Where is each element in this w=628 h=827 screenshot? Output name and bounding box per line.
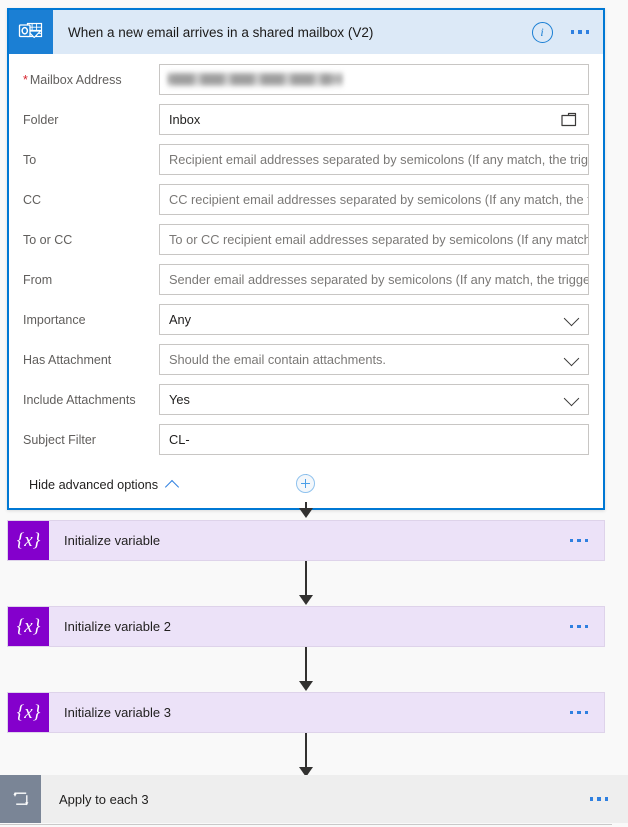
outlook-icon <box>9 10 53 54</box>
field-label-from: From <box>23 273 53 287</box>
field-label-folder: Folder <box>23 113 59 127</box>
field-row-importance: Importance Any <box>23 304 589 338</box>
subject-filter-value: CL- <box>169 432 190 447</box>
variable-icon-glyph: {x} <box>16 530 41 551</box>
include-attachments-value: Yes <box>169 392 190 407</box>
action-title-initialize-variable-3: Initialize variable 3 <box>64 705 171 720</box>
mailbox-address-input[interactable] <box>159 64 589 95</box>
redacted-value <box>167 71 343 89</box>
action-title-initialize-variable: Initialize variable <box>64 533 161 548</box>
field-label-has-attachment: Has Attachment <box>23 353 112 367</box>
variable-icon-glyph: {x} <box>16 702 41 723</box>
action-card-initialize-variable[interactable]: {x} Initialize variable <box>7 520 605 561</box>
field-row-include-attachments: Include Attachments Yes <box>23 384 589 418</box>
connector-action-3-to-scope <box>0 733 628 778</box>
action-card-initialize-variable-3[interactable]: {x} Initialize variable 3 <box>7 692 605 733</box>
field-label-mailbox-address: * Mailbox Address <box>23 73 122 87</box>
importance-value: Any <box>169 312 192 327</box>
field-row-has-attachment: Has Attachment Should the email contain … <box>23 344 589 378</box>
folder-icon <box>561 112 577 126</box>
loop-icon <box>0 775 41 823</box>
trigger-form: * Mailbox Address Folder Inbox To Recipi… <box>9 54 603 508</box>
variable-icon: {x} <box>8 607 49 646</box>
subject-filter-input[interactable]: CL- <box>159 424 589 455</box>
has-attachment-dropdown[interactable]: Should the email contain attachments. <box>159 344 589 375</box>
folder-picker[interactable]: Inbox <box>159 104 589 135</box>
action-menu-button-initialize-variable-2[interactable] <box>568 621 591 633</box>
field-label-importance: Importance <box>23 313 86 327</box>
chevron-down-icon <box>563 350 580 366</box>
chevron-down-icon <box>563 310 580 326</box>
field-row-to: To Recipient email addresses separated b… <box>23 144 589 178</box>
importance-dropdown[interactable]: Any <box>159 304 589 335</box>
to-or-cc-placeholder: To or CC recipient email addresses separ… <box>169 232 588 247</box>
field-row-to-or-cc: To or CC To or CC recipient email addres… <box>23 224 589 258</box>
hide-advanced-options-label: Hide advanced options <box>29 478 159 492</box>
action-menu-button-apply-to-each-3[interactable] <box>588 793 611 805</box>
trigger-header-actions: i <box>531 10 592 54</box>
from-input[interactable]: Sender email addresses separated by semi… <box>159 264 589 295</box>
info-icon[interactable]: i <box>531 21 553 43</box>
hide-advanced-options-toggle[interactable]: Hide advanced options <box>23 464 180 508</box>
connector-action-2-to-3 <box>0 647 628 692</box>
field-label-cc: CC <box>23 193 42 207</box>
flow-designer-canvas: When a new email arrives in a shared mai… <box>0 0 628 827</box>
has-attachment-placeholder: Should the email contain attachments. <box>169 352 386 367</box>
action-menu-button-initialize-variable[interactable] <box>568 535 591 547</box>
field-row-folder: Folder Inbox <box>23 104 589 138</box>
to-input[interactable]: Recipient email addresses separated by s… <box>159 144 589 175</box>
to-or-cc-input[interactable]: To or CC recipient email addresses separ… <box>159 224 589 255</box>
action-menu-button-initialize-variable-3[interactable] <box>568 707 591 719</box>
cc-input[interactable]: CC recipient email addresses separated b… <box>159 184 589 215</box>
field-label-to: To <box>23 153 37 167</box>
action-title-apply-to-each-3: Apply to each 3 <box>59 791 149 807</box>
field-row-subject-filter: Subject Filter CL- <box>23 424 589 458</box>
insert-step-button[interactable] <box>296 474 315 493</box>
include-attachments-dropdown[interactable]: Yes <box>159 384 589 415</box>
trigger-title: When a new email arrives in a shared mai… <box>68 24 374 40</box>
variable-icon: {x} <box>8 693 49 732</box>
field-label-include-attachments: Include Attachments <box>23 393 136 407</box>
variable-icon-glyph: {x} <box>16 616 41 637</box>
field-label-subject-filter: Subject Filter <box>23 433 96 447</box>
to-placeholder: Recipient email addresses separated by s… <box>169 152 588 167</box>
chevron-up-icon <box>165 479 180 494</box>
chevron-down-icon <box>563 390 580 406</box>
from-placeholder: Sender email addresses separated by semi… <box>169 272 588 287</box>
trigger-card-header[interactable]: When a new email arrives in a shared mai… <box>9 10 603 54</box>
trigger-menu-button[interactable] <box>569 26 592 38</box>
connector-action-1-to-2 <box>0 561 628 606</box>
folder-value: Inbox <box>169 112 201 127</box>
required-marker: * <box>23 73 28 87</box>
field-row-mailbox-address: * Mailbox Address <box>23 64 589 98</box>
field-row-cc: CC CC recipient email addresses separate… <box>23 184 589 218</box>
variable-icon: {x} <box>8 521 49 560</box>
bottom-divider <box>0 824 612 825</box>
action-title-initialize-variable-2: Initialize variable 2 <box>64 619 171 634</box>
action-card-apply-to-each-3[interactable]: Apply to each 3 <box>0 775 628 823</box>
field-row-from: From Sender email addresses separated by… <box>23 264 589 298</box>
action-card-initialize-variable-2[interactable]: {x} Initialize variable 2 <box>7 606 605 647</box>
trigger-card[interactable]: When a new email arrives in a shared mai… <box>7 8 605 510</box>
field-label-to-or-cc: To or CC <box>23 233 73 247</box>
cc-placeholder: CC recipient email addresses separated b… <box>169 192 588 207</box>
